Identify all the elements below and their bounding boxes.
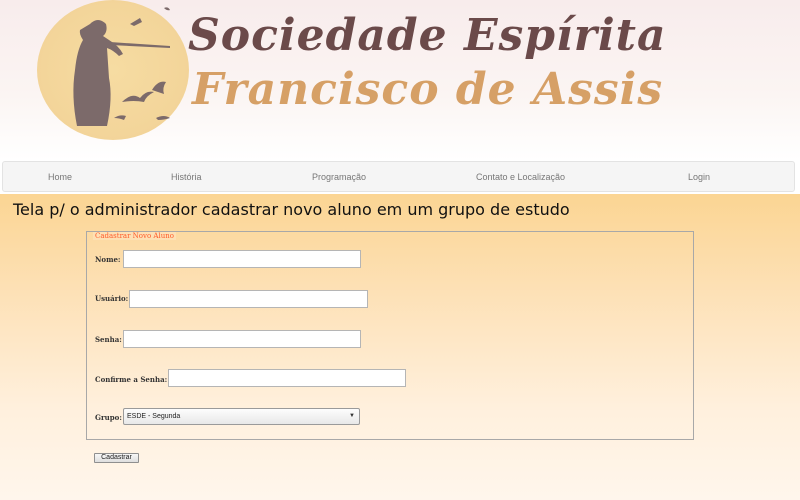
- site-title-line2: Francisco de Assis: [192, 64, 664, 115]
- usuario-label: Usuário:: [95, 294, 129, 303]
- usuario-input[interactable]: [129, 290, 368, 308]
- senha-input[interactable]: [123, 330, 361, 348]
- senha-label: Senha:: [95, 335, 122, 344]
- page-heading: Tela p/ o administrador cadastrar novo a…: [13, 200, 570, 219]
- chevron-down-icon: ▼: [349, 413, 355, 419]
- nav-historia[interactable]: História: [171, 162, 202, 193]
- nav-home[interactable]: Home: [48, 162, 72, 193]
- confirma-senha-label: Confirme a Senha:: [95, 375, 168, 384]
- main-navbar: Home História Programação Contato e Loca…: [2, 161, 795, 192]
- saint-francis-logo-icon: [73, 7, 170, 126]
- nome-label: Nome:: [95, 255, 121, 264]
- confirma-senha-input[interactable]: [168, 369, 406, 387]
- cadastrar-button[interactable]: Cadastrar: [94, 453, 139, 463]
- content-area: Tela p/ o administrador cadastrar novo a…: [0, 194, 800, 500]
- site-header: Sociedade Espírita Francisco de Assis: [0, 0, 800, 160]
- grupo-select[interactable]: ESDE - Segunda ▼: [123, 408, 360, 425]
- form-legend: Cadastrar Novo Aluno: [93, 232, 176, 240]
- nav-login[interactable]: Login: [688, 162, 710, 193]
- nome-input[interactable]: [123, 250, 361, 268]
- grupo-selected-value: ESDE - Segunda: [127, 413, 181, 420]
- grupo-label: Grupo:: [95, 413, 122, 422]
- site-title-line1: Sociedade Espírita: [188, 10, 667, 61]
- nav-programacao[interactable]: Programação: [312, 162, 366, 193]
- nav-contato[interactable]: Contato e Localização: [476, 162, 565, 193]
